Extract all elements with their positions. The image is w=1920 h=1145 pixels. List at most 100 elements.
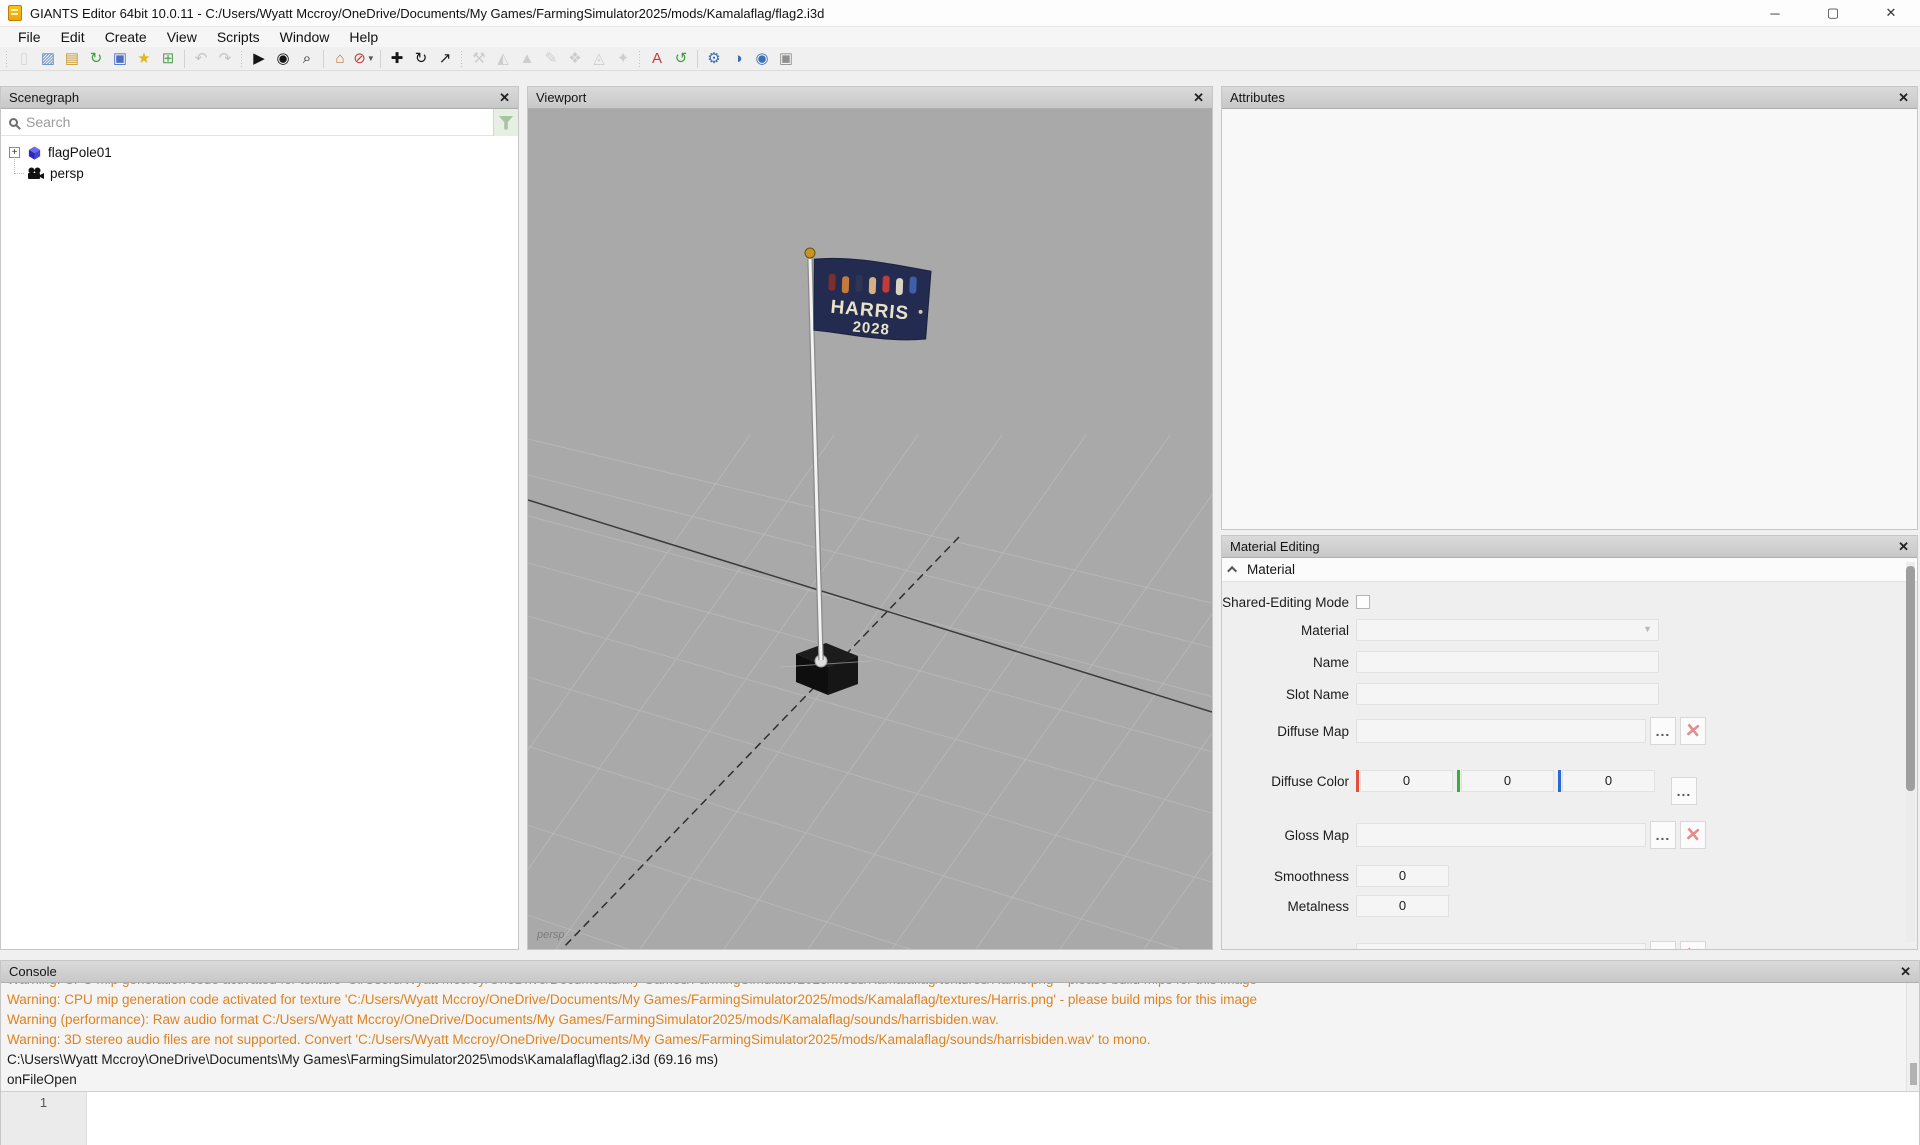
menu-edit[interactable]: Edit: [51, 29, 95, 45]
camera-mode-icon[interactable]: ◑: [727, 48, 749, 69]
diffuse-map-label: Diffuse Map: [1222, 724, 1349, 739]
toolbar-separator: [460, 50, 464, 68]
tree-connector: [1, 163, 27, 184]
material-section-header[interactable]: Material: [1222, 558, 1917, 582]
paint-mode-icon[interactable]: ⊘▼: [353, 48, 375, 69]
smoothness-field[interactable]: 0: [1356, 865, 1449, 887]
scenegraph-panel: Scenegraph ✕ ✕ +flagPole01 persp: [0, 86, 519, 950]
script-editor-icon[interactable]: ▣: [775, 48, 797, 69]
redo-icon: ↷: [214, 48, 236, 69]
gloss-map-browse-button[interactable]: ...: [1650, 821, 1676, 849]
scenegraph-close-icon[interactable]: ✕: [499, 90, 510, 106]
visibility-icon[interactable]: ◉: [272, 48, 294, 69]
title-bar: GIANTS Editor 64bit 10.0.11 - C:/Users/W…: [0, 0, 1920, 27]
menu-scripts[interactable]: Scripts: [207, 29, 270, 45]
console-line: C:\Users\Wyatt Mccroy\OneDrive\Documents…: [7, 1050, 1906, 1070]
console-scrollbar[interactable]: [1906, 983, 1919, 1091]
material-editing-body: Material Shared-Editing Mode Material ▼ …: [1222, 558, 1917, 949]
scenegraph-search-row: ✕: [1, 109, 518, 136]
material-label: Material: [1222, 623, 1349, 638]
text-tool-icon[interactable]: A: [646, 48, 668, 69]
terrain-detail-icon: ✦: [612, 48, 634, 69]
giants-app-icon: [8, 5, 22, 21]
zoom-tool-icon[interactable]: ⌕: [296, 48, 318, 69]
viewport-close-icon[interactable]: ✕: [1193, 90, 1204, 106]
tree-item-label: persp: [50, 166, 84, 181]
gloss-map-row: Gloss Map ... ✕: [1222, 820, 1917, 850]
import-icon[interactable]: ⊞: [157, 48, 179, 69]
search-input[interactable]: [26, 114, 494, 130]
material-editing-close-icon[interactable]: ✕: [1898, 539, 1909, 555]
camera-icon: [27, 167, 44, 180]
console-panel: Console ✕ Warning: CPU mip generation co…: [0, 960, 1920, 1145]
material-section-label: Material: [1247, 562, 1295, 577]
menu-bar: FileEditCreateViewScriptsWindowHelp: [0, 27, 1920, 47]
physics-toggle-icon[interactable]: ⚙: [703, 48, 725, 69]
terrain-home-icon[interactable]: ⌂: [329, 48, 351, 69]
material-select[interactable]: ▼: [1356, 619, 1659, 641]
minimize-button[interactable]: ─: [1746, 0, 1804, 26]
name-field[interactable]: [1356, 651, 1659, 673]
console-header: Console ✕: [1, 961, 1919, 983]
diffuse-map-browse-button[interactable]: ...: [1650, 717, 1676, 745]
material-scrollbar-thumb[interactable]: [1906, 566, 1915, 791]
diffuse-color-b-field[interactable]: 0: [1562, 770, 1655, 792]
viewport-3d-scene[interactable]: HARRIS 2028 persp: [528, 109, 1212, 949]
chevron-down-icon[interactable]: ▼: [367, 48, 375, 69]
normal-map-field[interactable]: [1356, 943, 1646, 949]
gloss-map-clear-button[interactable]: ✕: [1680, 821, 1706, 849]
console-close-icon[interactable]: ✕: [1900, 964, 1911, 980]
menu-help[interactable]: Help: [339, 29, 388, 45]
diffuse-color-picker-button[interactable]: ...: [1671, 777, 1697, 805]
normal-map-browse-button[interactable]: ...: [1650, 941, 1676, 949]
export-icon[interactable]: ★: [133, 48, 155, 69]
metalness-field[interactable]: 0: [1356, 895, 1449, 917]
diffuse-map-field[interactable]: [1356, 719, 1646, 743]
tree-item-persp[interactable]: persp: [1, 163, 518, 184]
play-icon[interactable]: ▶: [248, 48, 270, 69]
slot-name-field[interactable]: [1356, 683, 1659, 705]
search-icon: [9, 118, 18, 127]
tree-item-flagPole01[interactable]: +flagPole01: [1, 142, 518, 163]
rotate-tool-icon[interactable]: ↻: [410, 48, 432, 69]
console-line: Warning: 3D stereo audio files are not s…: [7, 1030, 1906, 1050]
normal-map-clear-button[interactable]: ✕: [1680, 941, 1706, 949]
move-tool-icon[interactable]: ✚: [386, 48, 408, 69]
edit-scene-icon[interactable]: ▤: [61, 48, 83, 69]
new-file-icon: ▯: [13, 48, 35, 69]
scale-tool-icon[interactable]: ↗: [434, 48, 456, 69]
script-input-area[interactable]: [87, 1092, 1919, 1145]
material-scrollbar[interactable]: [1906, 562, 1915, 942]
scenegraph-title: Scenegraph: [9, 90, 79, 105]
gloss-map-field[interactable]: [1356, 823, 1646, 847]
maximize-button[interactable]: ▢: [1804, 0, 1862, 26]
menu-create[interactable]: Create: [95, 29, 157, 45]
viewport-header: Viewport ✕: [528, 87, 1212, 109]
shared-editing-mode-checkbox[interactable]: [1356, 595, 1370, 609]
save-icon[interactable]: ▣: [109, 48, 131, 69]
reload-file-icon[interactable]: ↻: [85, 48, 107, 69]
toolbar-separator: [638, 50, 642, 68]
diffuse-color-r-field[interactable]: 0: [1360, 770, 1453, 792]
menu-window[interactable]: Window: [270, 29, 340, 45]
cube-icon: [27, 145, 42, 161]
name-row: Name: [1222, 650, 1917, 674]
menu-view[interactable]: View: [157, 29, 207, 45]
attributes-close-icon[interactable]: ✕: [1898, 90, 1909, 106]
render-settings-icon[interactable]: ◉: [751, 48, 773, 69]
diffuse-map-row: Diffuse Map ... ✕: [1222, 716, 1917, 746]
open-file-icon[interactable]: ▨: [37, 48, 59, 69]
menu-file[interactable]: File: [8, 29, 51, 45]
terrain-flatten-icon: ▲: [516, 48, 538, 69]
console-scrollbar-thumb[interactable]: [1910, 1063, 1917, 1085]
console-log[interactable]: Warning: CPU mip generation code activat…: [1, 983, 1919, 1091]
close-button[interactable]: ✕: [1862, 0, 1920, 26]
toolbar-separator: [184, 50, 185, 68]
filter-button[interactable]: [493, 109, 518, 136]
terrain-foliage-icon: ❖: [564, 48, 586, 69]
diffuse-color-g-field[interactable]: 0: [1461, 770, 1554, 792]
viewport-panel: Viewport ✕ HARRIS: [527, 86, 1213, 950]
diffuse-map-clear-button[interactable]: ✕: [1680, 717, 1706, 745]
refresh-scene-icon[interactable]: ↺: [670, 48, 692, 69]
toolbar-separator: [380, 50, 381, 68]
